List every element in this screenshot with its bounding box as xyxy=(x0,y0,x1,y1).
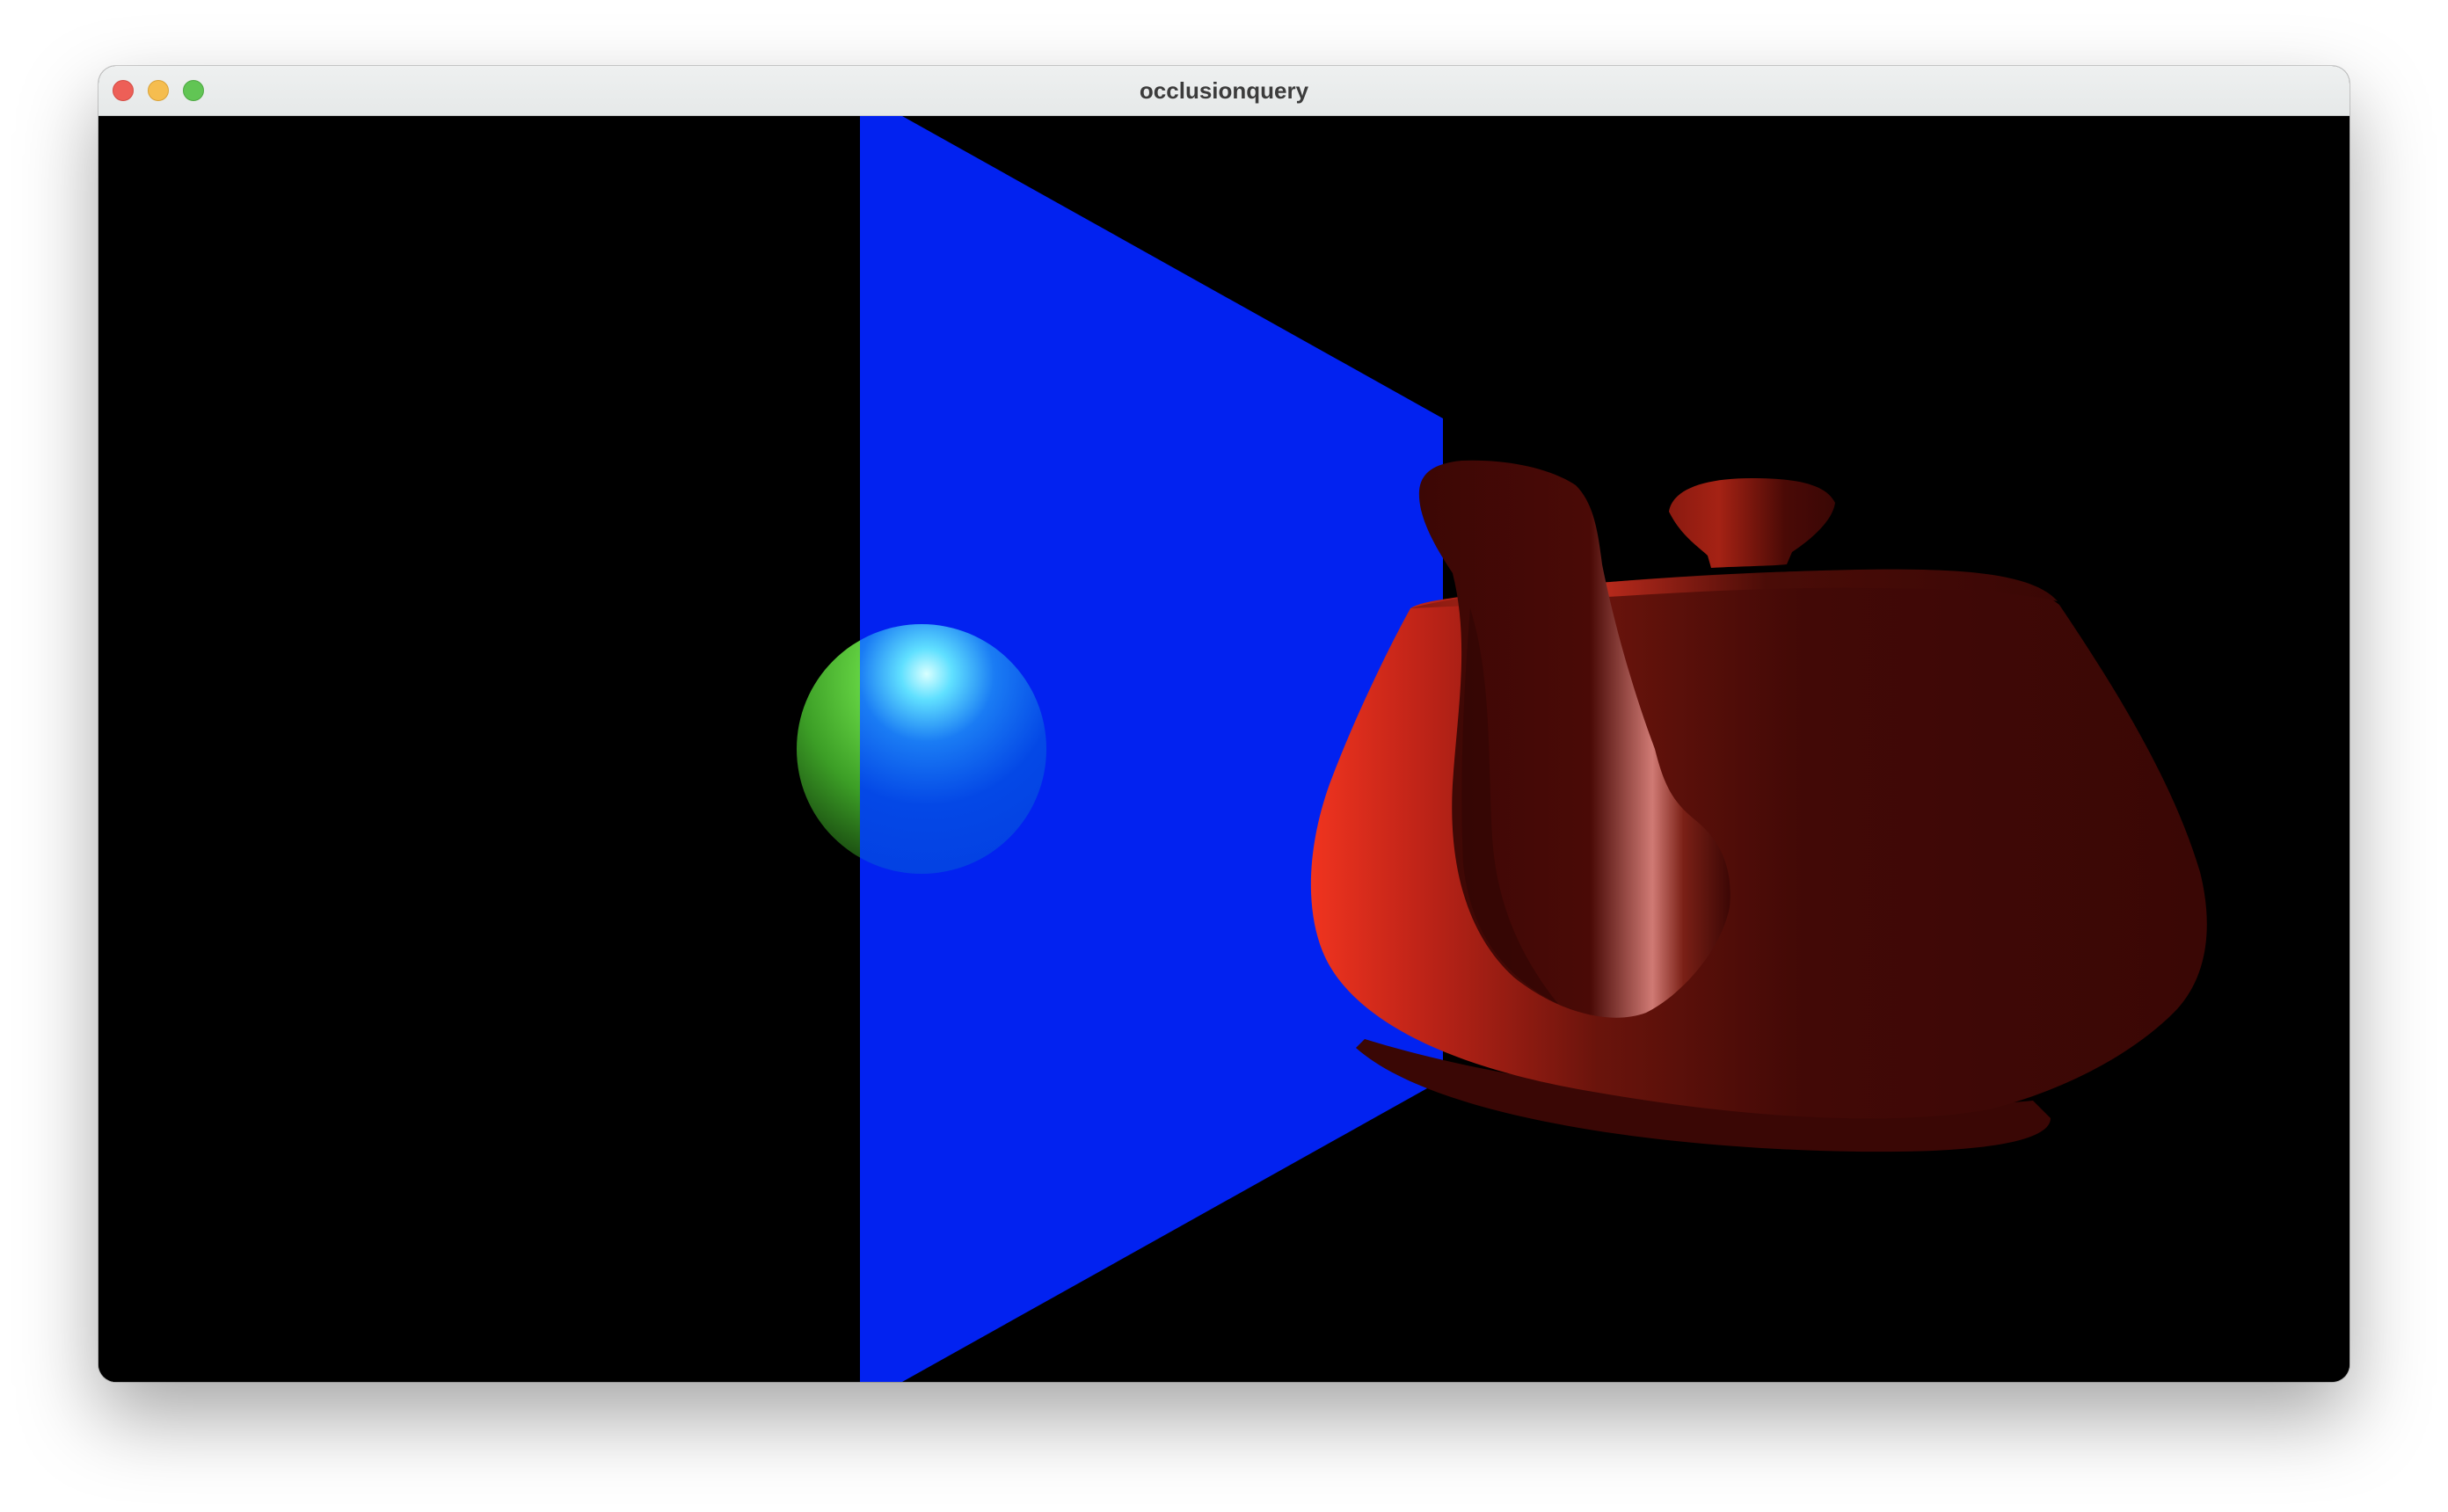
scene-canvas xyxy=(98,116,2350,1382)
window-title: occlusionquery xyxy=(1139,77,1309,104)
render-viewport[interactable] xyxy=(98,116,2350,1382)
title-bar[interactable]: occlusionquery xyxy=(98,66,2350,116)
app-window: occlusionquery xyxy=(98,66,2350,1382)
